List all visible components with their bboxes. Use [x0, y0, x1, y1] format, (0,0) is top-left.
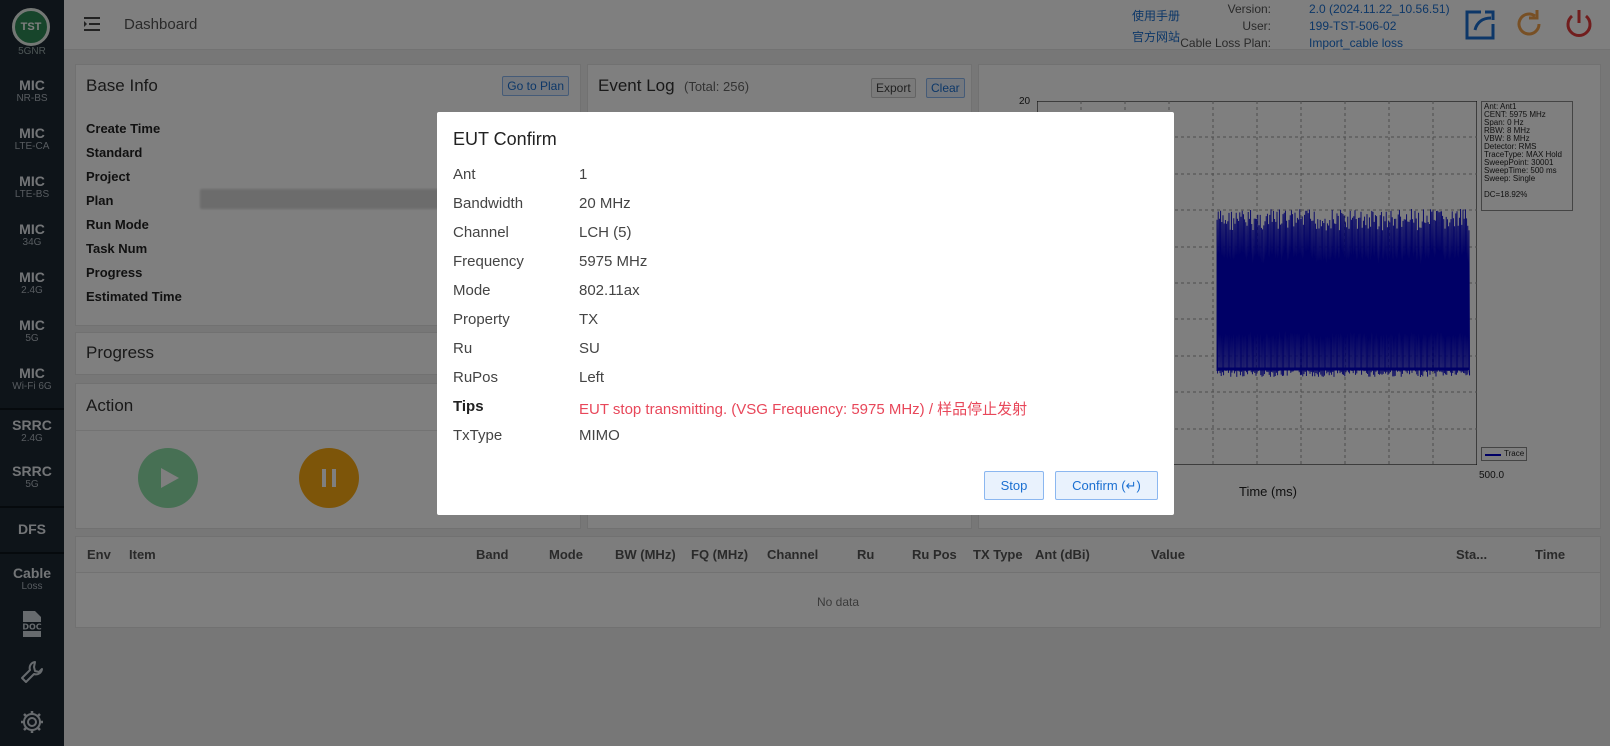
frequency-label: Frequency: [453, 253, 524, 270]
rupos-label: RuPos: [453, 369, 499, 386]
mode-value: 802.11ax: [579, 282, 640, 299]
stop-button[interactable]: Stop: [984, 471, 1044, 500]
bandwidth-value: 20 MHz: [579, 195, 631, 212]
tips-label: Tips: [453, 398, 484, 415]
mode-label: Mode: [453, 282, 491, 299]
frequency-value: 5975 MHz: [579, 253, 648, 270]
txtype-label: TxType: [453, 427, 503, 444]
ru-value: SU: [579, 340, 600, 357]
bandwidth-label: Bandwidth: [453, 195, 524, 212]
dialog-title: EUT Confirm: [453, 129, 557, 149]
eut-confirm-dialog: EUT Confirm Ant 1 Bandwidth 20 MHz Chann…: [437, 112, 1174, 515]
ru-label: Ru: [453, 340, 473, 357]
ant-label: Ant: [453, 166, 476, 183]
confirm-button[interactable]: Confirm (↵): [1055, 471, 1158, 500]
channel-label: Channel: [453, 224, 509, 241]
property-label: Property: [453, 311, 510, 328]
property-value: TX: [579, 311, 599, 328]
tips-value: EUT stop transmitting. (VSG Frequency: 5…: [579, 401, 1028, 418]
ant-value: 1: [579, 166, 588, 183]
channel-value: LCH (5): [579, 224, 632, 241]
rupos-value: Left: [579, 369, 605, 386]
txtype-value: MIMO: [579, 427, 620, 444]
